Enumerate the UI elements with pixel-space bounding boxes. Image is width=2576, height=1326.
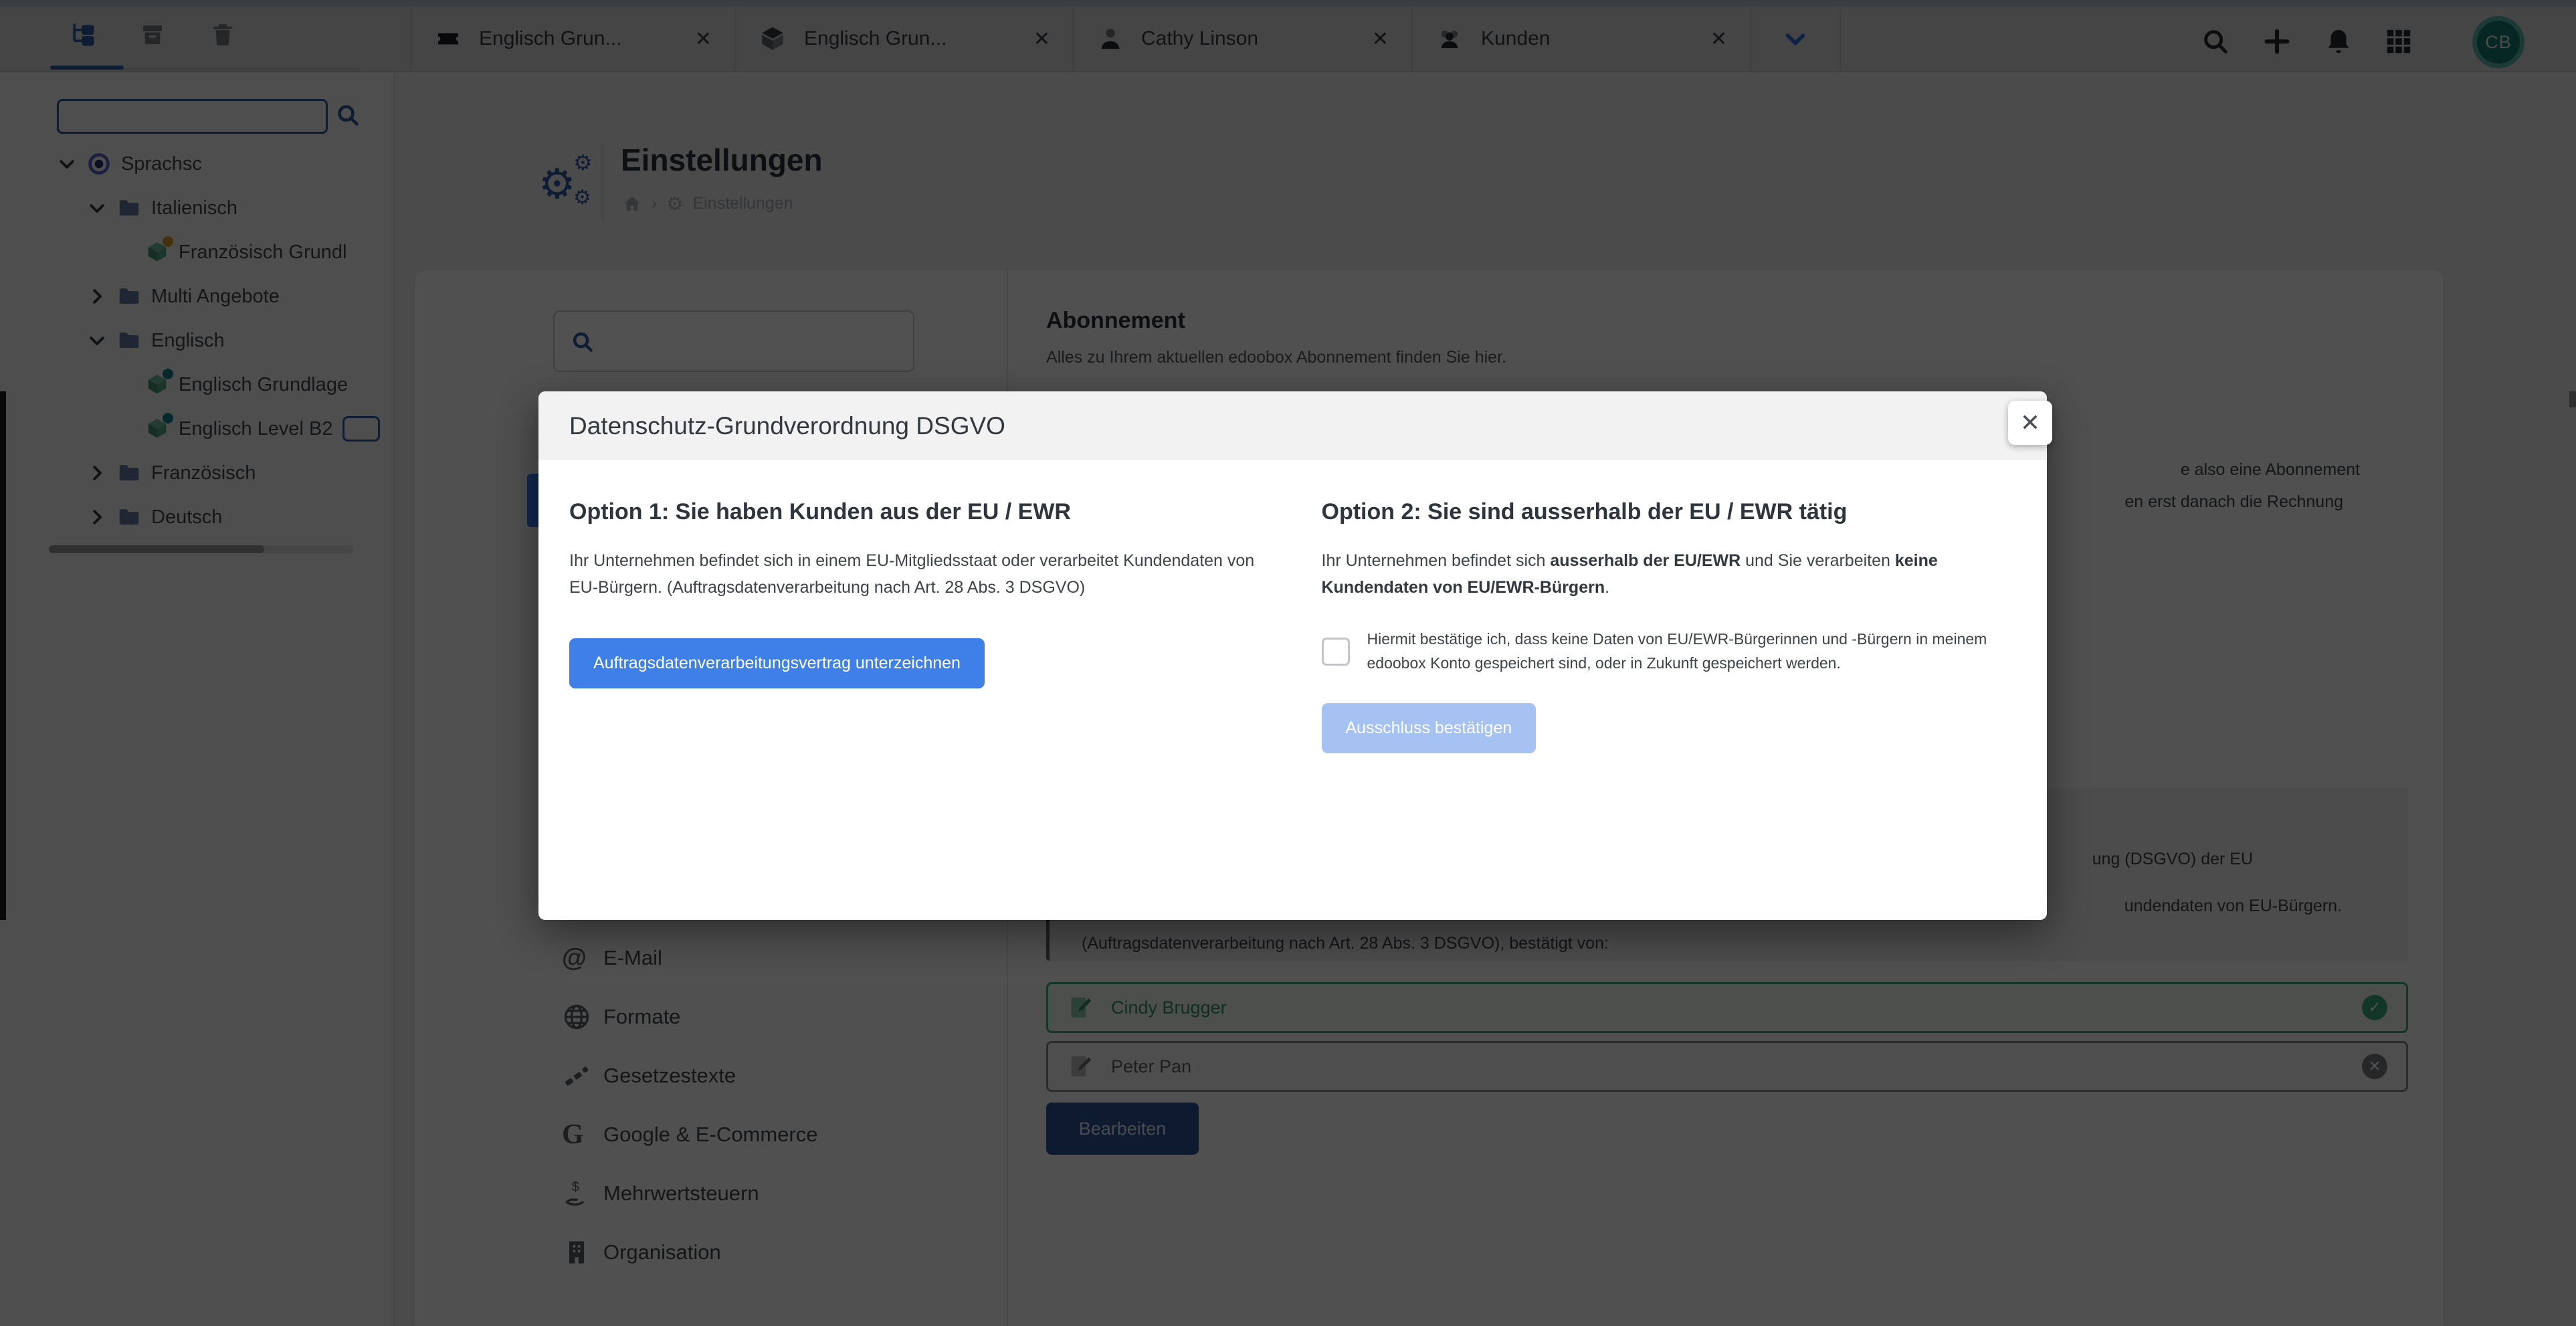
modal-body: Option 1: Sie haben Kunden aus der EU / … xyxy=(538,460,2047,753)
exclusion-checkbox[interactable] xyxy=(1322,638,1350,666)
dsgvo-modal: Datenschutz-Grundverordnung DSGVO ✕ Opti… xyxy=(538,391,2047,920)
left-edge-strip xyxy=(0,391,6,920)
right-edge-strip xyxy=(2569,391,2576,407)
exclusion-checkbox-label: Hiermit bestätige ich, dass keine Daten … xyxy=(1367,628,2014,675)
option-1-column: Option 1: Sie haben Kunden aus der EU / … xyxy=(569,499,1262,753)
confirm-exclusion-button[interactable]: Ausschluss bestätigen xyxy=(1322,703,1537,753)
sign-contract-button[interactable]: Auftragsdatenverarbeitungsvertrag unterz… xyxy=(569,638,985,688)
modal-header: Datenschutz-Grundverordnung DSGVO xyxy=(538,391,2047,460)
exclusion-checkbox-row: Hiermit bestätige ich, dass keine Daten … xyxy=(1322,628,2014,675)
option-2-text: Ihr Unternehmen befindet sich ausserhalb… xyxy=(1322,548,2014,601)
option-1-text: Ihr Unternehmen befindet sich in einem E… xyxy=(569,548,1262,601)
modal-close-button[interactable]: ✕ xyxy=(2008,401,2052,445)
modal-title: Datenschutz-Grundverordnung DSGVO xyxy=(569,412,1005,440)
option-1-heading: Option 1: Sie haben Kunden aus der EU / … xyxy=(569,499,1262,525)
option-2-column: Option 2: Sie sind ausserhalb der EU / E… xyxy=(1322,499,2014,753)
option-2-heading: Option 2: Sie sind ausserhalb der EU / E… xyxy=(1322,499,2014,525)
app-root: Englisch Grun... ✕ Englisch Grun... ✕ Ca… xyxy=(0,0,2576,1326)
close-icon: ✕ xyxy=(2020,409,2040,437)
